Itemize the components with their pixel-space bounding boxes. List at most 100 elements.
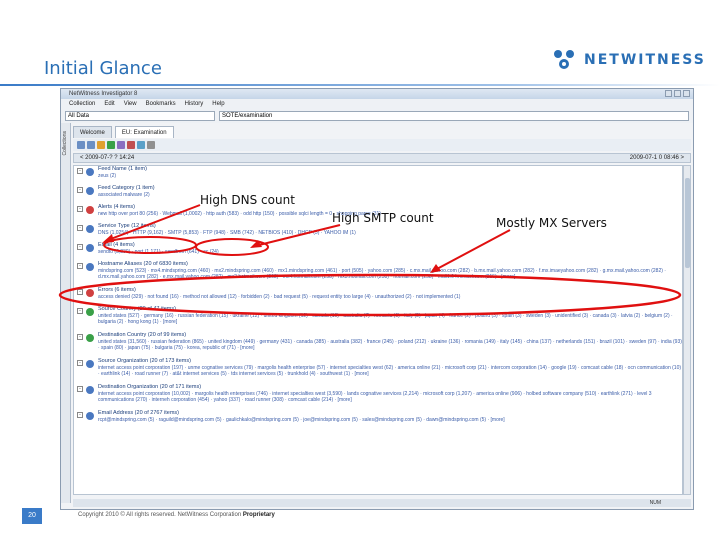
globe-icon	[86, 308, 94, 316]
expand-icon[interactable]: -	[77, 187, 83, 193]
annotation-mx: Mostly MX Servers	[496, 216, 607, 230]
group-values[interactable]: mindspring.com (523) · mx4.mindspring.co…	[98, 268, 682, 282]
group-name: Destination Organization (20 of 171 item…	[98, 384, 202, 390]
group-name: Destination Country (20 of 99 items)	[98, 332, 187, 338]
expand-icon[interactable]: -	[77, 289, 83, 295]
group-name: Source Organization (20 of 173 items)	[98, 358, 191, 364]
expand-icon[interactable]: -	[77, 360, 83, 366]
list-item[interactable]: - Destination Country (20 of 99 items) u…	[74, 332, 682, 358]
list-item[interactable]: - Feed Name (1 item) zeus (2)	[74, 166, 682, 185]
list-item[interactable]: - Hostname Aliases (20 of 6830 items) mi…	[74, 261, 682, 287]
list-item[interactable]: - Errors (6 items) access denied (329) ·…	[74, 287, 682, 306]
menu-view[interactable]: View	[124, 99, 137, 109]
address-input[interactable]: SOTE/examination	[219, 111, 689, 121]
time-start: < 2009-07-? ? 14:24	[80, 155, 135, 161]
expand-icon[interactable]: -	[77, 334, 83, 340]
group-values[interactable]: DNS (1,0254) · HTTP (9,162) · SMTP (5,85…	[98, 230, 682, 236]
tab-welcome[interactable]: Welcome	[73, 126, 112, 138]
expand-icon[interactable]: -	[77, 225, 83, 231]
bookmark-icon[interactable]	[97, 141, 105, 149]
status-bar: NUM	[73, 499, 691, 507]
feed-icon	[86, 168, 94, 176]
organization-icon	[86, 360, 94, 368]
alert-icon	[86, 206, 94, 214]
collection-select[interactable]: All Data	[65, 111, 215, 121]
annotation-dns: High DNS count	[200, 193, 295, 207]
group-values[interactable]: internet access point corporation (10,00…	[98, 391, 682, 405]
toolbar	[73, 139, 691, 151]
tab-examination[interactable]: EU: Examination	[114, 126, 174, 138]
group-values[interactable]: united states (527) · germany (16) · rus…	[98, 313, 682, 327]
page-number: 20	[22, 508, 42, 524]
proprietary-label: Proprietary	[242, 512, 275, 518]
expand-icon[interactable]: -	[77, 244, 83, 250]
email-icon	[86, 244, 94, 252]
address-bar: All Data SOTE/examination	[61, 109, 693, 123]
group-values[interactable]: associated malware (2)	[98, 192, 682, 198]
group-name: Errors (6 items)	[98, 287, 136, 293]
group-name: Email (4 items)	[98, 242, 135, 248]
tabbar: Welcome EU: Examination	[73, 125, 174, 139]
list-item[interactable]: - Destination Organization (20 of 171 it…	[74, 384, 682, 410]
expand-icon[interactable]: -	[77, 168, 83, 174]
export-icon[interactable]	[137, 141, 145, 149]
hostname-icon	[86, 263, 94, 271]
organization-icon	[86, 386, 94, 394]
group-name: Feed Category (1 item)	[98, 185, 155, 191]
close-button[interactable]	[683, 90, 690, 97]
group-values[interactable]: zeus (2)	[98, 173, 682, 179]
group-values[interactable]: internet access point corporation (197) …	[98, 365, 682, 379]
menubar: Collection Edit View Bookmarks History H…	[61, 99, 693, 109]
group-name: Alerts (4 items)	[98, 204, 135, 210]
service-icon	[86, 225, 94, 233]
menu-history[interactable]: History	[185, 99, 204, 109]
settings-icon[interactable]	[147, 141, 155, 149]
logo-text: NETWITNESS	[584, 52, 706, 68]
group-name: Email Address (20 of 2767 items)	[98, 410, 180, 416]
chart-icon[interactable]	[117, 141, 125, 149]
maximize-button[interactable]	[674, 90, 681, 97]
list-item[interactable]: - Source Organization (20 of 173 items) …	[74, 358, 682, 384]
slide-title: Initial Glance	[44, 58, 162, 79]
group-values[interactable]: rcpt@mindspring.com (5) · raguild@mindsp…	[98, 417, 682, 431]
menu-help[interactable]: Help	[212, 99, 224, 109]
title-rule	[0, 84, 720, 86]
group-values[interactable]: sendto (3,230) · port (1,171) · sendfrom…	[98, 249, 682, 255]
list-item[interactable]: - Email (4 items) sendto (3,230) · port …	[74, 242, 682, 261]
forward-icon[interactable]	[87, 141, 95, 149]
group-values[interactable]: united states (31,560) · russian federat…	[98, 339, 682, 353]
menu-collection[interactable]: Collection	[69, 99, 95, 109]
feed-icon	[86, 187, 94, 195]
investigator-window: NetWitness Investigator 8 Collection Edi…	[60, 88, 694, 510]
expand-icon[interactable]: -	[77, 308, 83, 314]
stop-icon[interactable]	[127, 141, 135, 149]
expand-icon[interactable]: -	[77, 386, 83, 392]
group-name: Feed Name (1 item)	[98, 166, 147, 172]
results-scrollbar[interactable]	[683, 165, 691, 495]
expand-icon[interactable]: -	[77, 412, 83, 418]
collections-sidebar-tab[interactable]: Collections	[61, 123, 71, 503]
list-item[interactable]: - Source Country (20 of 47 items) united…	[74, 306, 682, 332]
scrollbar-thumb[interactable]	[685, 178, 690, 268]
sidebar-label: Collections	[62, 131, 68, 156]
expand-icon[interactable]: -	[77, 263, 83, 269]
email-icon	[86, 412, 94, 420]
back-icon[interactable]	[77, 141, 85, 149]
time-range-bar[interactable]: < 2009-07-? ? 14:24 2009-07-1 0 08:46 >	[73, 153, 691, 163]
logo-mark-icon	[550, 48, 578, 72]
minimize-button[interactable]	[665, 90, 672, 97]
group-values[interactable]: access denied (329) · not found (16) · m…	[98, 294, 682, 300]
annotation-smtp: High SMTP count	[332, 211, 434, 225]
list-item[interactable]: - Email Address (20 of 2767 items) rcpt@…	[74, 410, 682, 436]
time-end: 2009-07-1 0 08:46 >	[629, 155, 684, 161]
copyright-text: Copyright 2010 © All rights reserved. Ne…	[78, 512, 242, 518]
globe-icon	[86, 334, 94, 342]
refresh-icon[interactable]	[107, 141, 115, 149]
window-title: NetWitness Investigator 8	[69, 91, 138, 97]
menu-edit[interactable]: Edit	[104, 99, 114, 109]
window-titlebar: NetWitness Investigator 8	[61, 89, 693, 99]
menu-bookmarks[interactable]: Bookmarks	[146, 99, 176, 109]
expand-icon[interactable]: -	[77, 206, 83, 212]
group-name: Hostname Aliases (20 of 6830 items)	[98, 261, 188, 267]
list-item[interactable]: - Feed Category (1 item) associated malw…	[74, 185, 682, 204]
